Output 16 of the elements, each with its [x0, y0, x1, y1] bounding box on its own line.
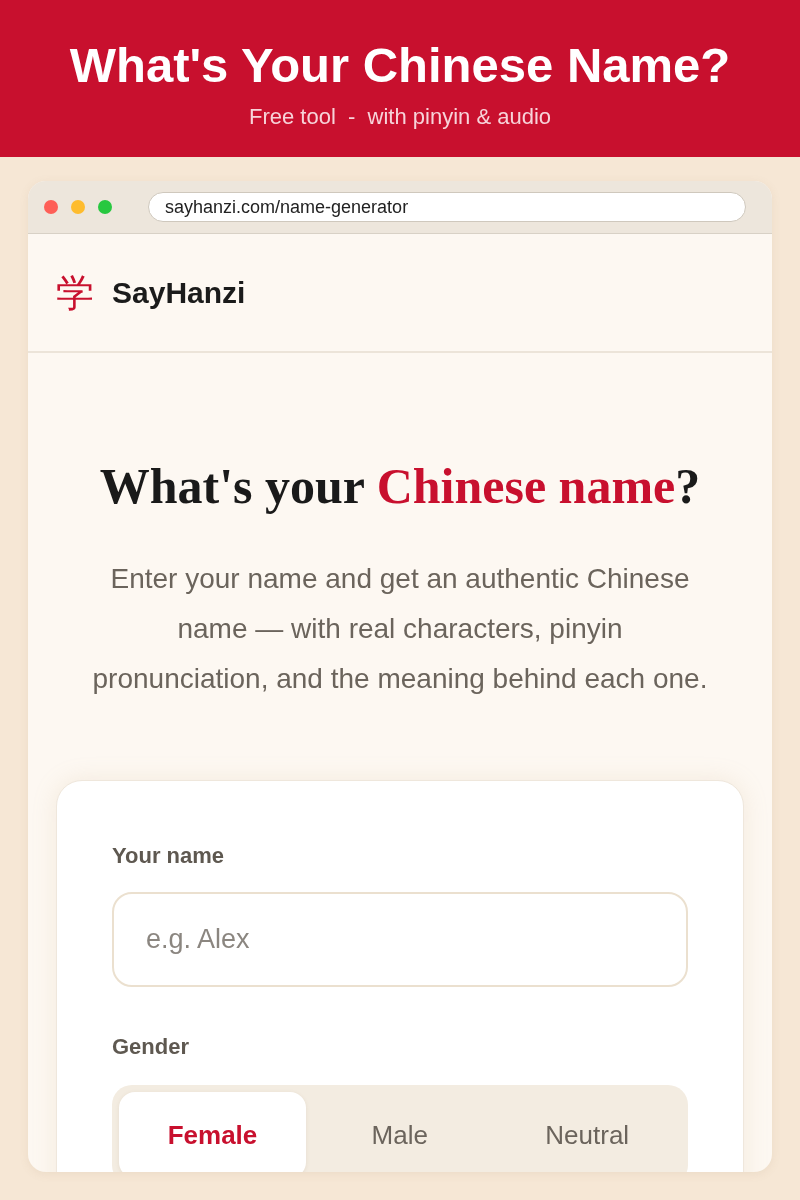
banner-title: What's Your Chinese Name?: [69, 37, 731, 94]
gender-option[interactable]: Neutral: [493, 1092, 681, 1172]
brand-name[interactable]: SayHanzi: [112, 274, 246, 311]
logo-mark[interactable]: 学: [56, 270, 94, 315]
field-label: Gender: [112, 1033, 190, 1061]
field-label: Your name: [112, 842, 225, 870]
window-control-icon[interactable]: [44, 200, 58, 214]
page-heading: What's your Chinese name?: [99, 457, 701, 516]
window-control-icon[interactable]: [71, 200, 85, 214]
gender-option[interactable]: Female: [119, 1092, 306, 1172]
address-bar[interactable]: sayhanzi.com/name-generator: [148, 192, 746, 222]
banner-subtitle: Free tool - with pinyin & audio: [248, 103, 551, 131]
gender-option[interactable]: Male: [306, 1092, 494, 1172]
page-description: Enter your name and get an authentic Chinese name — with real characters, pinyin pronunciation, and the meaning behind each one.: [91, 562, 709, 696]
name-input-field[interactable]: e.g. Alex: [112, 892, 688, 987]
window-control-icon[interactable]: [98, 200, 112, 214]
